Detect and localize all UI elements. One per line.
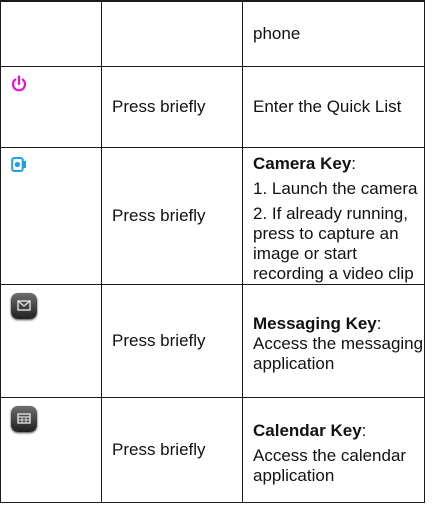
action-text: Press briefly	[112, 440, 206, 459]
description-cell: Camera Key: 1. Launch the camera 2. If a…	[242, 147, 425, 285]
table-row: Press briefly Calendar Key: Access the c…	[0, 397, 425, 503]
table-row: Press briefly Camera Key: 1. Launch the …	[0, 147, 425, 285]
action-cell: Press briefly	[101, 397, 243, 503]
action-text: Press briefly	[112, 97, 206, 116]
key-title-line: Calendar Key:	[253, 420, 367, 440]
description-text: Enter the Quick List	[253, 97, 402, 116]
table-row: phone	[0, 0, 425, 67]
description-cell: phone	[242, 0, 425, 67]
table-row: Press briefly Messaging Key: Access the …	[0, 284, 425, 398]
description-cell: Calendar Key: Access the calendar applic…	[242, 397, 425, 503]
description-text: Access the messaging application	[253, 334, 424, 373]
key-title: Calendar Key	[253, 420, 362, 440]
description-text: Access the calendar application	[253, 445, 407, 485]
key-title-line: Camera Key:	[253, 154, 357, 173]
action-cell: Press briefly	[101, 284, 243, 398]
messaging-key-icon	[11, 293, 37, 319]
action-cell: Press briefly	[101, 66, 243, 148]
description-cell: Messaging Key: Access the messaging appl…	[242, 284, 425, 398]
description-cell: Enter the Quick List	[242, 66, 425, 148]
page: phone Press briefly Enter the Quick List	[0, 0, 448, 513]
description-text: phone	[253, 24, 301, 43]
action-text: Press briefly	[112, 206, 206, 225]
keys-table: phone Press briefly Enter the Quick List	[0, 0, 425, 503]
key-title: Messaging Key	[253, 314, 377, 333]
calendar-key-icon	[11, 406, 37, 432]
icon-cell	[0, 0, 102, 67]
power-icon	[11, 75, 27, 93]
action-cell: Press briefly	[101, 147, 243, 285]
description-text: 2. If already running, press to capture …	[253, 204, 414, 283]
icon-cell	[0, 147, 102, 285]
key-title: Camera Key	[253, 154, 352, 173]
action-text: Press briefly	[112, 331, 206, 350]
description-text: 1. Launch the camera	[253, 179, 418, 198]
camera-icon	[11, 156, 27, 174]
action-cell	[101, 0, 243, 67]
table-row: Press briefly Enter the Quick List	[0, 66, 425, 148]
icon-cell	[0, 397, 102, 503]
key-title-line: Messaging Key:	[253, 314, 382, 333]
icon-cell	[0, 66, 102, 148]
icon-cell	[0, 284, 102, 398]
